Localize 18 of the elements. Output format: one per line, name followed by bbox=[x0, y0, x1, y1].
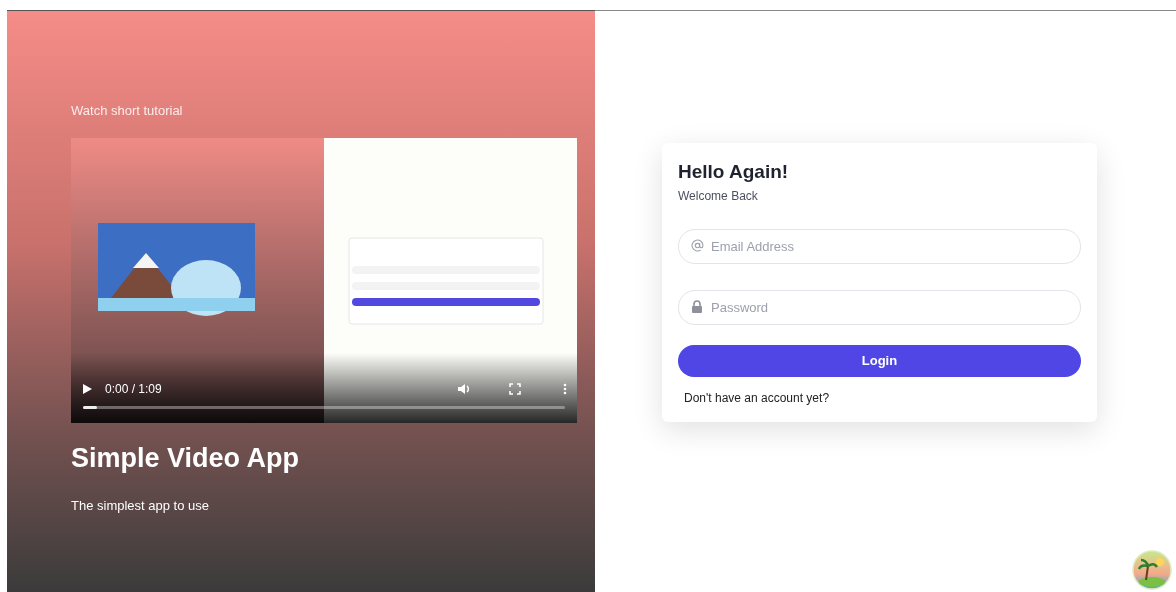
island-logo-icon[interactable] bbox=[1132, 550, 1172, 590]
video-time: 0:00 / 1:09 bbox=[105, 382, 162, 396]
play-icon[interactable] bbox=[81, 383, 93, 395]
login-title: Hello Again! bbox=[678, 161, 790, 184]
app-subtitle: The simplest app to use bbox=[71, 498, 211, 513]
at-sign-icon bbox=[691, 239, 704, 253]
email-field[interactable]: Email Address bbox=[678, 229, 1081, 265]
signup-link[interactable]: Don't have an account yet? bbox=[684, 390, 830, 405]
more-options-icon[interactable] bbox=[563, 383, 567, 395]
login-subtitle: Welcome Back bbox=[678, 189, 759, 204]
lock-icon bbox=[691, 300, 703, 314]
volume-icon[interactable] bbox=[457, 382, 471, 396]
app-title: Simple Video App bbox=[71, 443, 301, 474]
progress-track[interactable] bbox=[83, 406, 565, 409]
fullscreen-icon[interactable] bbox=[509, 383, 521, 395]
login-button[interactable]: Login bbox=[678, 344, 1081, 377]
password-field[interactable]: Password bbox=[678, 290, 1081, 326]
tutorial-caption: Watch short tutorial bbox=[71, 103, 184, 118]
